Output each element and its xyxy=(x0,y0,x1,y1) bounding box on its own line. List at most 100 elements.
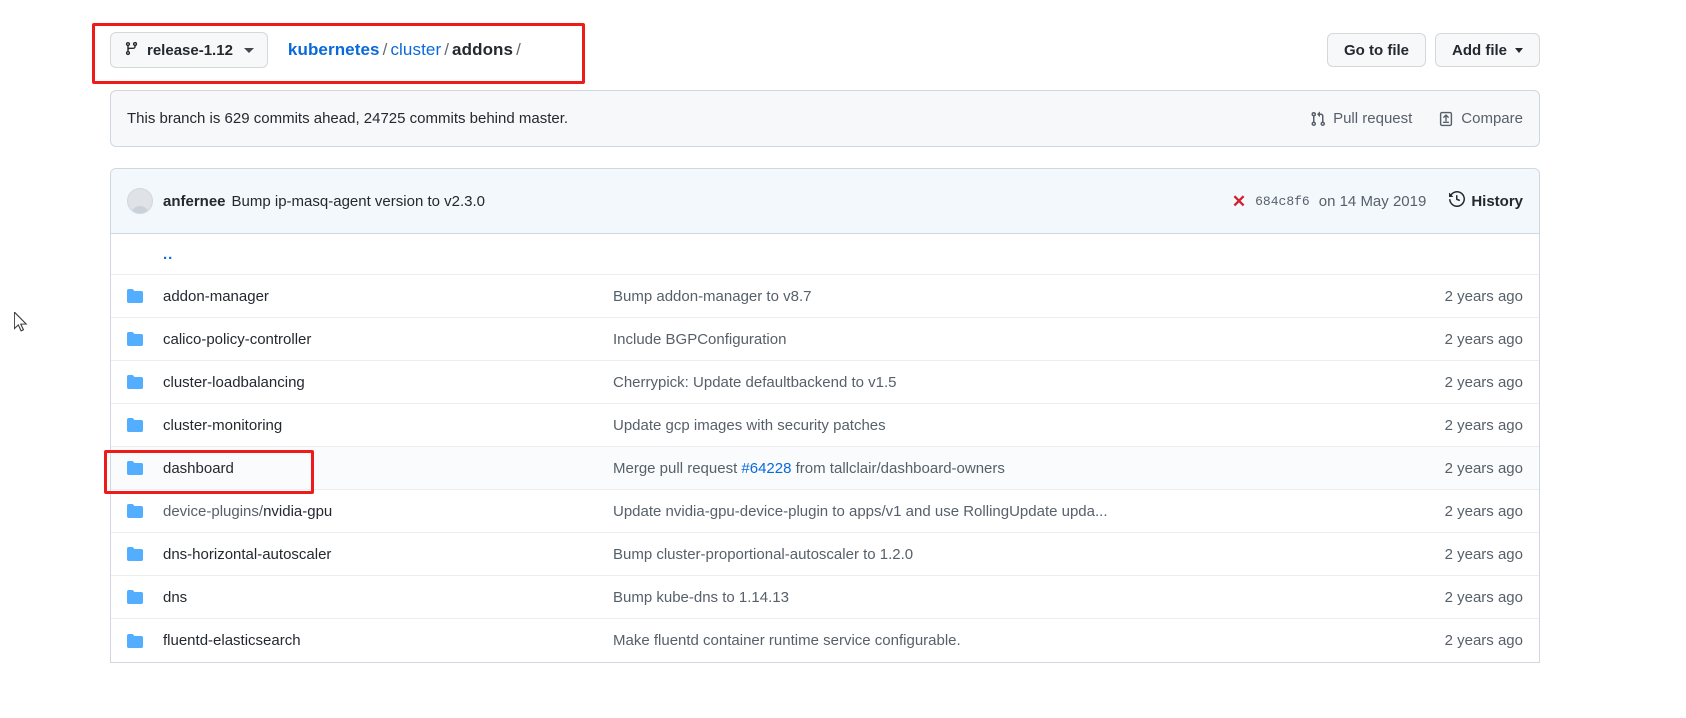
toolbar-actions: Go to file Add file xyxy=(1327,33,1540,67)
file-listing: anfernee Bump ip-masq-agent version to v… xyxy=(110,168,1540,663)
parent-directory-row[interactable]: .. xyxy=(111,234,1539,275)
compare-link[interactable]: Compare xyxy=(1438,110,1523,127)
file-name-label: addon-manager xyxy=(163,287,269,305)
file-rows: addon-manager Bump addon-manager to v8.7 2… xyxy=(111,275,1539,662)
commit-age-cell: 2 years ago xyxy=(1444,502,1523,520)
branch-selector-button[interactable]: release-1.12 xyxy=(110,32,268,68)
commit-message-text: Cherrypick: Update defaultbackend to v1.… xyxy=(613,373,897,391)
go-to-file-label: Go to file xyxy=(1344,41,1409,59)
table-row[interactable]: addon-manager Bump addon-manager to v8.7 2… xyxy=(111,275,1539,318)
history-link[interactable]: History xyxy=(1449,190,1523,211)
commit-message-cell[interactable]: Bump cluster-proportional-autoscaler to … xyxy=(613,546,1393,563)
commit-sha-link[interactable]: 684c8f6 xyxy=(1255,194,1310,209)
folder-icon xyxy=(127,288,163,304)
commit-author-link[interactable]: anfernee xyxy=(163,193,226,210)
commit-message-cell[interactable]: Bump kube-dns to 1.14.13 xyxy=(613,589,1393,606)
pull-request-label: Pull request xyxy=(1333,110,1413,127)
file-name-link[interactable]: device-plugins/nvidia-gpu xyxy=(163,503,332,520)
go-to-file-button[interactable]: Go to file xyxy=(1327,33,1426,67)
mouse-cursor xyxy=(14,312,28,332)
folder-icon xyxy=(127,331,163,347)
commit-message-text: Merge pull request xyxy=(613,459,742,477)
commit-age-cell: 2 years ago xyxy=(1444,330,1523,348)
table-row[interactable]: fluentd-elasticsearch Make fluentd contai… xyxy=(111,619,1539,662)
table-row[interactable]: calico-policy-controller Include BGPConfi… xyxy=(111,318,1539,361)
pull-request-link[interactable]: Pull request xyxy=(1310,110,1412,127)
table-row[interactable]: dns-horizontal-autoscaler Bump cluster-pr… xyxy=(111,533,1539,576)
file-name-cell: cluster-monitoring xyxy=(163,417,613,434)
commit-message-cell[interactable]: Cherrypick: Update defaultbackend to v1.… xyxy=(613,374,1393,391)
git-pull-request-icon xyxy=(1310,111,1326,127)
commit-message-link[interactable]: Bump ip-masq-agent version to v2.3.0 xyxy=(232,193,485,210)
commit-message-cell[interactable]: Update nvidia-gpu-device-plugin to apps/… xyxy=(613,503,1393,520)
breadcrumb-cluster-link[interactable]: cluster xyxy=(390,40,441,59)
commit-message-cell[interactable]: Bump addon-manager to v8.7 xyxy=(613,288,1393,305)
chevron-down-icon xyxy=(1515,47,1523,53)
file-name-label: dns xyxy=(163,588,188,606)
commit-age-cell: 2 years ago xyxy=(1444,588,1523,606)
pull-request-number-link[interactable]: #64228 xyxy=(741,460,791,477)
file-name-cell: addon-manager xyxy=(163,288,613,305)
repo-toolbar: release-1.12 kubernetes / cluster / addons / … xyxy=(110,28,1540,72)
branch-status-message: This branch is 629 commits ahead, 24725 … xyxy=(127,110,569,127)
commit-message-cell[interactable]: Make fluentd container runtime service c… xyxy=(613,632,1393,649)
avatar[interactable] xyxy=(127,188,153,214)
history-clock-icon xyxy=(1449,190,1466,211)
breadcrumb-addons-current: addons xyxy=(452,40,514,59)
commit-message-tail: from tallclair/dashboard-owners xyxy=(791,459,1005,477)
commit-message-text: Update gcp images with security patches xyxy=(613,416,886,434)
github-directory-listing-page: release-1.12 kubernetes / cluster / addons / … xyxy=(0,0,1686,718)
breadcrumb-repo-link[interactable]: kubernetes xyxy=(288,40,380,59)
parent-directory-link[interactable]: .. xyxy=(163,246,173,263)
commit-message-text: Make fluentd container runtime service c… xyxy=(613,632,961,649)
commit-age-cell: 2 years ago xyxy=(1444,632,1523,649)
file-name-cell: fluentd-elasticsearch xyxy=(163,632,613,649)
file-name-link[interactable]: dns-horizontal-autoscaler xyxy=(163,546,331,563)
file-name-link[interactable]: fluentd-elasticsearch xyxy=(163,632,301,649)
branch-banner-actions: Pull request Compare xyxy=(1310,110,1523,127)
add-file-label: Add file xyxy=(1452,41,1507,59)
table-row[interactable]: cluster-monitoring Update gcp images with… xyxy=(111,404,1539,447)
file-name-link[interactable]: dns xyxy=(163,589,187,606)
commit-message-text: Update nvidia-gpu-device-plugin to apps/… xyxy=(613,502,1108,520)
folder-icon xyxy=(127,633,163,649)
file-name-cell: dns-horizontal-autoscaler xyxy=(163,546,613,563)
file-name-link[interactable]: addon-manager xyxy=(163,288,269,305)
parent-dir-name-cell: .. xyxy=(163,246,613,263)
chevron-down-icon xyxy=(243,47,254,53)
folder-icon xyxy=(127,460,163,476)
commit-message-text: Bump kube-dns to 1.14.13 xyxy=(613,588,789,606)
table-row[interactable]: cluster-loadbalancing Cherrypick: Update … xyxy=(111,361,1539,404)
file-name-prefix: device-plugins/ xyxy=(163,502,264,520)
add-file-button[interactable]: Add file xyxy=(1435,33,1540,67)
commit-age-cell: 2 years ago xyxy=(1444,459,1523,477)
commit-age-cell: 2 years ago xyxy=(1444,287,1523,305)
commit-message-text: Bump cluster-proportional-autoscaler to … xyxy=(613,545,914,563)
commit-message-text: Bump addon-manager to v8.7 xyxy=(613,287,812,305)
git-compare-icon xyxy=(1438,111,1454,127)
table-row[interactable]: device-plugins/nvidia-gpu Update nvidia-g… xyxy=(111,490,1539,533)
table-row[interactable]: dashboard Merge pull request #64228 from … xyxy=(111,447,1539,490)
file-name-label: dns-horizontal-autoscaler xyxy=(163,545,332,563)
breadcrumb-separator-1: / xyxy=(382,40,388,59)
commit-age-cell: 2 years ago xyxy=(1444,416,1523,434)
commit-age-cell: 2 years ago xyxy=(1444,373,1523,391)
commit-message-cell[interactable]: Include BGPConfiguration xyxy=(613,331,1393,348)
breadcrumb-separator-2: / xyxy=(444,40,450,59)
commit-meta: ✕ 684c8f6 on 14 May 2019 History xyxy=(1232,190,1523,211)
file-name-label: cluster-loadbalancing xyxy=(163,373,305,391)
file-name-link[interactable]: cluster-monitoring xyxy=(163,417,282,434)
breadcrumb: kubernetes / cluster / addons / xyxy=(288,40,524,60)
commit-message-cell[interactable]: Merge pull request #64228 from tallclair… xyxy=(613,460,1393,477)
file-name-cell: dns xyxy=(163,589,613,606)
folder-icon xyxy=(127,374,163,390)
file-name-cell: dashboard xyxy=(163,460,613,477)
file-name-cell: calico-policy-controller xyxy=(163,331,613,348)
commit-date: on 14 May 2019 xyxy=(1318,192,1427,210)
ci-status-failure-icon[interactable]: ✕ xyxy=(1232,193,1246,210)
commit-message-cell[interactable]: Update gcp images with security patches xyxy=(613,417,1393,434)
file-name-link[interactable]: dashboard xyxy=(163,460,234,477)
file-name-link[interactable]: calico-policy-controller xyxy=(163,331,311,348)
file-name-link[interactable]: cluster-loadbalancing xyxy=(163,374,305,391)
table-row[interactable]: dns Bump kube-dns to 1.14.13 2 years ago xyxy=(111,576,1539,619)
